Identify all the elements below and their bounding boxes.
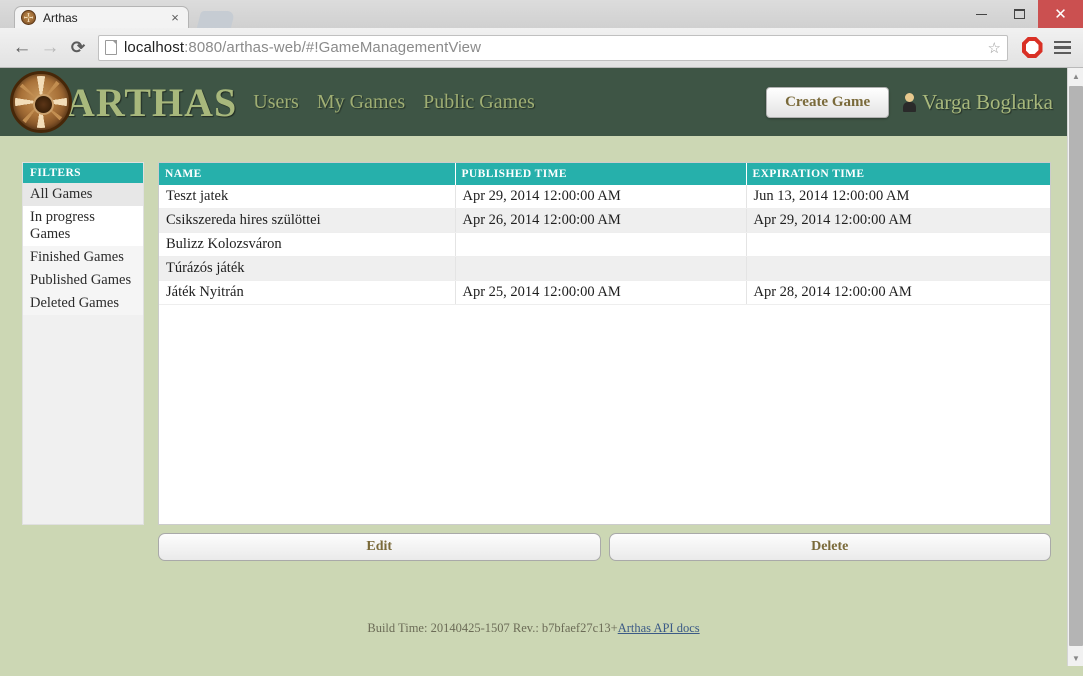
sidebar-item-all-games[interactable]: All Games	[23, 183, 143, 206]
browser-titlebar: Arthas × ✕	[0, 0, 1083, 28]
browser-window: Arthas × ✕ ← → ⟳ localhost:8080/arthas-w…	[0, 0, 1083, 676]
compass-favicon-icon	[21, 10, 36, 25]
scroll-up-icon[interactable]: ▲	[1068, 68, 1083, 84]
games-table-column: NAME PUBLISHED TIME EXPIRATION TIME Tesz…	[158, 162, 1051, 561]
filters-panel: FILTERS All Games In progress Games Fini…	[22, 162, 144, 525]
new-tab-button[interactable]	[196, 11, 236, 28]
content-area: FILTERS All Games In progress Games Fini…	[0, 136, 1067, 561]
cell-name: Bulizz Kolozsváron	[159, 232, 456, 257]
build-info-text: Build Time: 20140425-1507 Rev.: b7bfaef2…	[367, 621, 618, 635]
minimize-icon	[975, 13, 987, 15]
address-bar[interactable]: localhost:8080/arthas-web/#!GameManageme…	[98, 34, 1008, 61]
main-nav: Users My Games Public Games	[253, 91, 535, 114]
back-icon[interactable]: ←	[8, 34, 36, 62]
stop-octagon-icon	[1021, 37, 1043, 58]
maximize-window-button[interactable]	[1000, 0, 1038, 28]
tab-strip: Arthas ×	[0, 0, 1083, 28]
create-game-button[interactable]: Create Game	[766, 86, 890, 118]
table-header-row: NAME PUBLISHED TIME EXPIRATION TIME	[159, 163, 1050, 185]
games-grid: NAME PUBLISHED TIME EXPIRATION TIME Tesz…	[158, 162, 1051, 525]
minimize-window-button[interactable]	[962, 0, 1000, 28]
sidebar-item-deleted-games[interactable]: Deleted Games	[23, 292, 143, 315]
cell-expiration-time: Apr 29, 2014 12:00:00 AM	[746, 208, 1050, 233]
browser-menu-icon[interactable]	[1049, 40, 1075, 55]
header-right: Create Game Varga Boglarka	[766, 86, 1053, 118]
page-scrollbar[interactable]: ▲ ▼	[1067, 68, 1083, 666]
scrollbar-thumb[interactable]	[1069, 86, 1083, 646]
cell-published-time	[455, 256, 747, 281]
avatar-head	[905, 92, 915, 102]
bookmark-star-icon[interactable]: ☆	[988, 39, 1001, 57]
cell-name: Játék Nyitrán	[159, 280, 456, 305]
cell-expiration-time	[746, 256, 1050, 281]
column-header-published-time[interactable]: PUBLISHED TIME	[455, 163, 747, 185]
nav-link-public-games[interactable]: Public Games	[423, 91, 535, 114]
page-viewport: ARTHAS Users My Games Public Games Creat…	[0, 68, 1083, 666]
games-table: NAME PUBLISHED TIME EXPIRATION TIME Tesz…	[159, 163, 1050, 305]
menu-line-2	[1053, 46, 1071, 49]
app-header: ARTHAS Users My Games Public Games Creat…	[0, 68, 1067, 136]
table-row[interactable]: Játék Nyitrán Apr 25, 2014 12:00:00 AM A…	[159, 280, 1050, 305]
cell-published-time: Apr 29, 2014 12:00:00 AM	[455, 185, 747, 209]
api-docs-link[interactable]: Arthas API docs	[618, 621, 700, 635]
url-text: localhost:8080/arthas-web/#!GameManageme…	[124, 39, 481, 56]
brand-title: ARTHAS	[66, 79, 238, 125]
menu-line-1	[1053, 40, 1071, 44]
url-host: localhost	[124, 39, 185, 56]
browser-toolbar: ← → ⟳ localhost:8080/arthas-web/#!GameMa…	[0, 28, 1083, 68]
sidebar-item-in-progress-games[interactable]: In progress Games	[23, 206, 143, 246]
adblock-stop-icon[interactable]	[1020, 36, 1044, 60]
column-header-name[interactable]: NAME	[159, 163, 456, 185]
page-document-icon	[105, 40, 117, 55]
nav-link-my-games[interactable]: My Games	[317, 91, 405, 114]
avatar-body	[903, 101, 917, 112]
user-name-label: Varga Boglarka	[922, 89, 1053, 114]
cell-published-time	[455, 232, 747, 257]
column-header-expiration-time[interactable]: EXPIRATION TIME	[746, 163, 1050, 185]
table-row[interactable]: Bulizz Kolozsváron	[159, 232, 1050, 257]
table-row[interactable]: Teszt jatek Apr 29, 2014 12:00:00 AM Jun…	[159, 185, 1050, 209]
page-footer: Build Time: 20140425-1507 Rev.: b7bfaef2…	[0, 621, 1067, 636]
nav-link-users[interactable]: Users	[253, 91, 299, 114]
user-avatar-icon	[903, 92, 917, 112]
stop-hand-icon	[1025, 41, 1039, 54]
cell-expiration-time: Apr 28, 2014 12:00:00 AM	[746, 280, 1050, 305]
cell-published-time: Apr 25, 2014 12:00:00 AM	[455, 280, 747, 305]
menu-line-3	[1053, 51, 1071, 55]
compass-rose-logo-icon[interactable]	[10, 71, 72, 133]
cell-name: Csikszereda hires szülöttei	[159, 208, 456, 233]
cell-expiration-time: Jun 13, 2014 12:00:00 AM	[746, 185, 1050, 209]
web-page: ARTHAS Users My Games Public Games Creat…	[0, 68, 1067, 666]
reload-icon[interactable]: ⟳	[64, 34, 92, 62]
table-body: Teszt jatek Apr 29, 2014 12:00:00 AM Jun…	[159, 185, 1050, 305]
delete-button[interactable]: Delete	[608, 533, 1051, 561]
table-row[interactable]: Túrázós játék	[159, 256, 1050, 281]
close-tab-icon[interactable]: ×	[168, 11, 182, 25]
forward-icon[interactable]: →	[36, 34, 64, 62]
cell-name: Teszt jatek	[159, 185, 456, 209]
table-head: NAME PUBLISHED TIME EXPIRATION TIME	[159, 163, 1050, 185]
sidebar-item-published-games[interactable]: Published Games	[23, 269, 143, 292]
scroll-down-icon[interactable]: ▼	[1068, 650, 1083, 666]
browser-tab-arthas[interactable]: Arthas ×	[14, 6, 189, 28]
maximize-icon	[1013, 9, 1025, 19]
window-controls: ✕	[962, 0, 1083, 28]
sidebar-item-finished-games[interactable]: Finished Games	[23, 246, 143, 269]
user-account[interactable]: Varga Boglarka	[903, 90, 1053, 115]
cell-name: Túrázós játék	[159, 256, 456, 281]
filters-heading: FILTERS	[23, 163, 143, 183]
close-window-button[interactable]: ✕	[1038, 0, 1083, 28]
cell-expiration-time	[746, 232, 1050, 257]
table-row[interactable]: Csikszereda hires szülöttei Apr 26, 2014…	[159, 208, 1050, 233]
url-path: :8080/arthas-web/#!GameManagementView	[184, 39, 482, 56]
action-buttons: Edit Delete	[158, 533, 1051, 561]
cell-published-time: Apr 26, 2014 12:00:00 AM	[455, 208, 747, 233]
tab-title: Arthas	[43, 10, 78, 25]
edit-button[interactable]: Edit	[158, 533, 601, 561]
